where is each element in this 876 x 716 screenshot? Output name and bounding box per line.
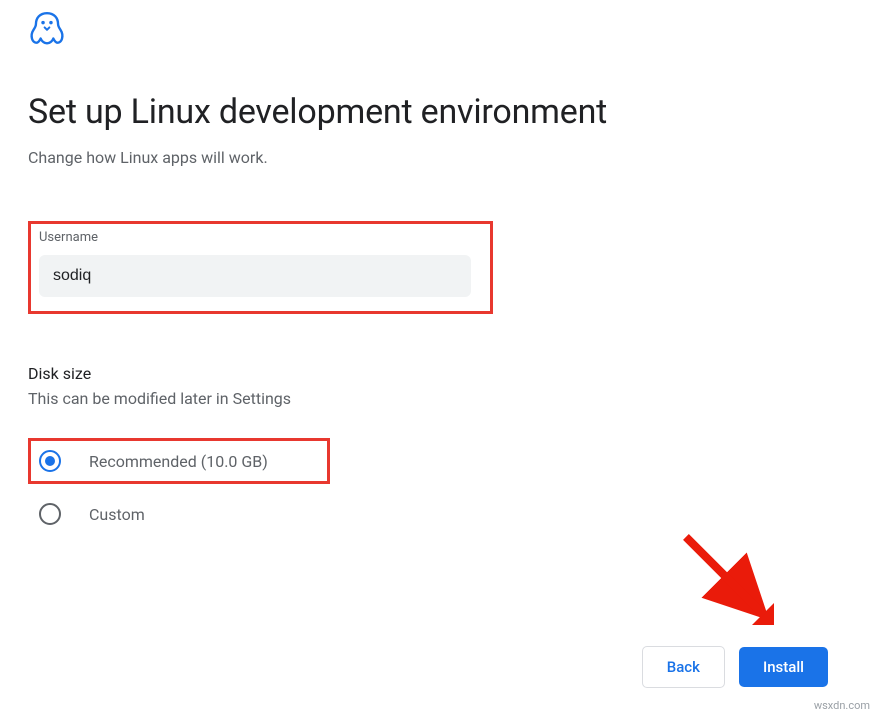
username-label: Username	[39, 230, 482, 245]
back-button[interactable]: Back	[642, 646, 725, 688]
button-row: Back Install	[642, 646, 828, 688]
disk-size-label: Disk size	[28, 364, 848, 383]
page-subtitle: Change how Linux apps will work.	[28, 148, 848, 167]
radio-recommended-label: Recommended (10.0 GB)	[89, 452, 268, 471]
disk-size-hint: This can be modified later in Settings	[28, 389, 848, 408]
page-title: Set up Linux development environment	[28, 92, 848, 132]
username-input[interactable]	[39, 255, 471, 297]
radio-custom-label: Custom	[89, 505, 145, 524]
radio-recommended[interactable]: Recommended (10.0 GB)	[28, 438, 330, 484]
radio-circle-selected-icon	[39, 450, 61, 472]
username-section-highlight: Username	[28, 221, 493, 314]
install-button[interactable]: Install	[739, 647, 828, 687]
penguin-logo-icon	[28, 10, 848, 52]
radio-circle-unselected-icon	[39, 503, 61, 525]
radio-custom[interactable]: Custom	[28, 494, 848, 534]
disk-size-options: Recommended (10.0 GB) Custom	[28, 438, 848, 534]
watermark-text: wsxdn.com	[814, 699, 870, 712]
